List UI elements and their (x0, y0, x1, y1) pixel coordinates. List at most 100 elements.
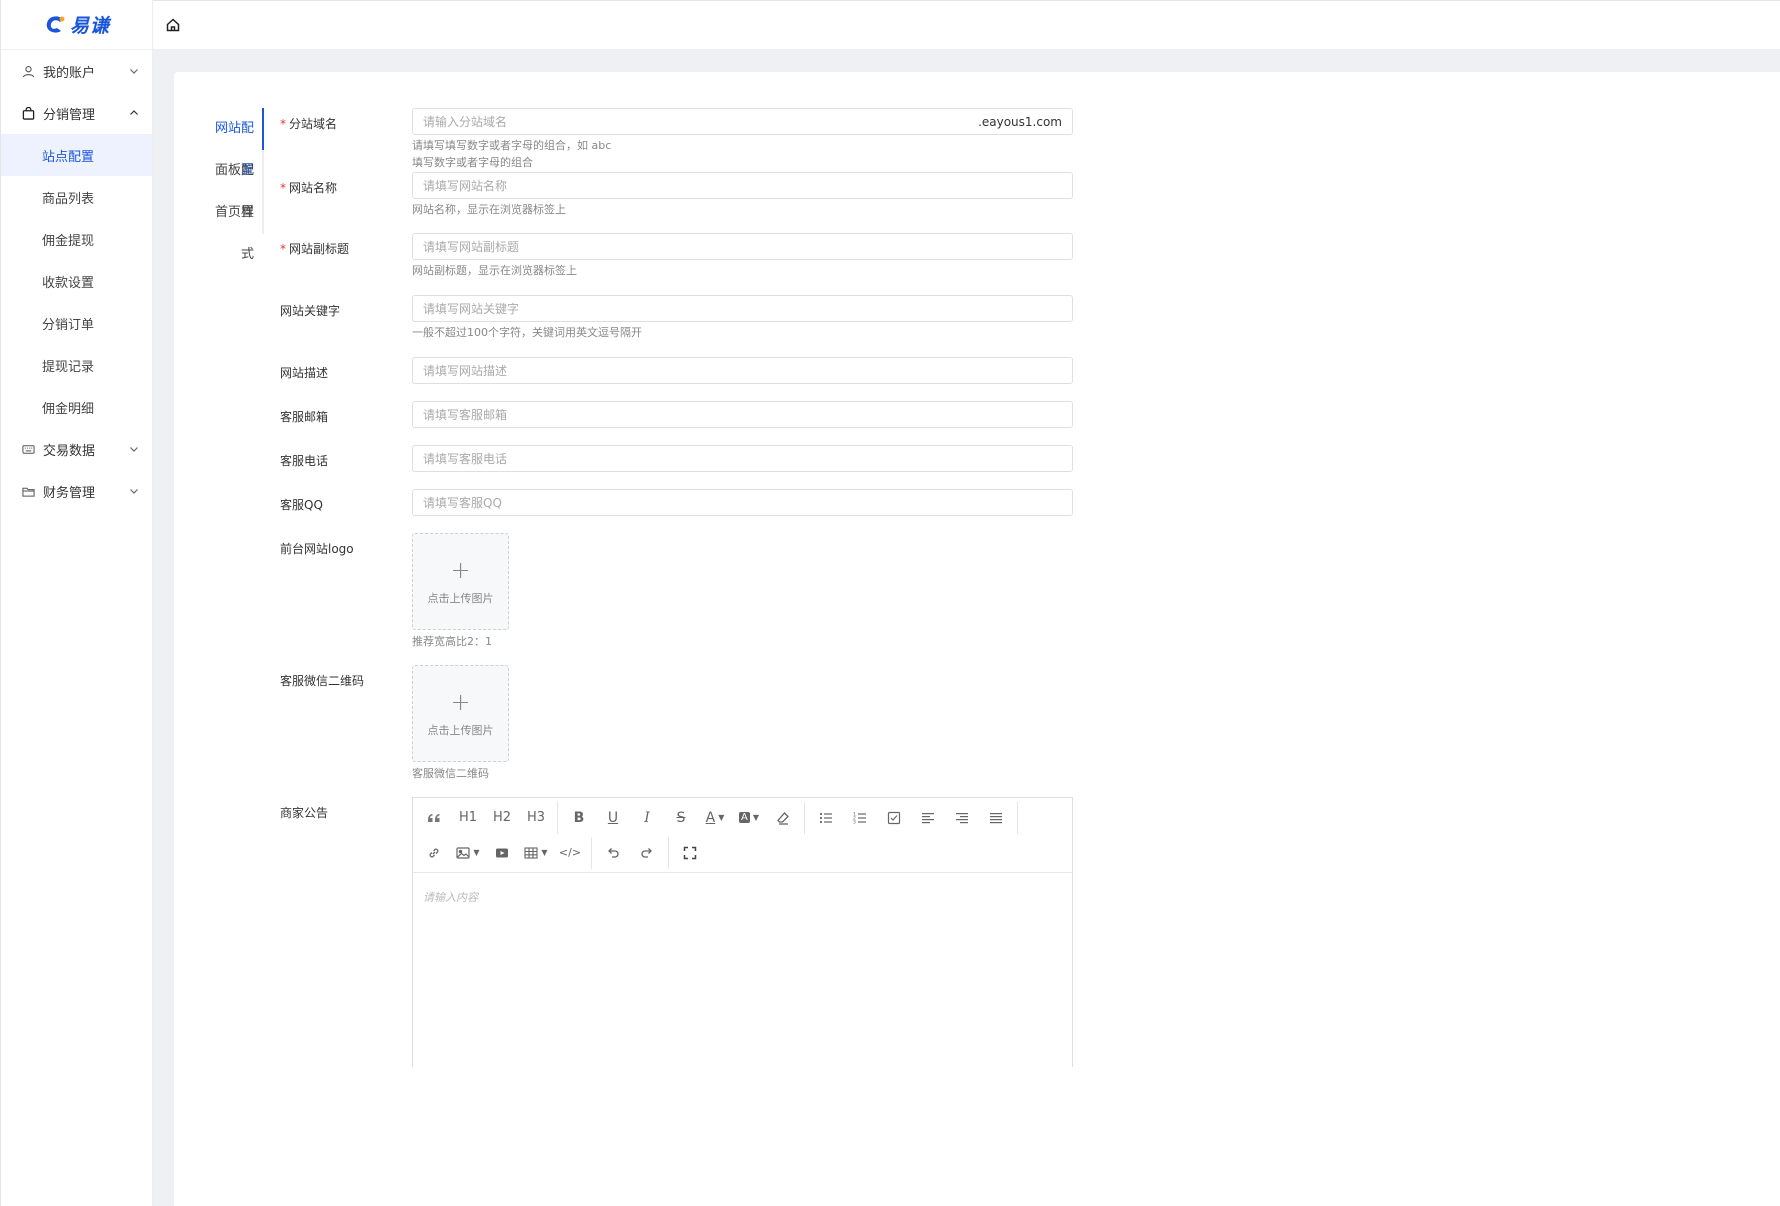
domain-input[interactable]: 请输入分站域名 .eayous1.com (412, 108, 1073, 135)
logo[interactable]: 易谦 (1, 0, 152, 50)
sidebar-subitem-withdraw-records[interactable]: 提现记录 (1, 344, 152, 386)
brand-name: 易谦 (69, 15, 110, 37)
tab-homepage-style[interactable]: 首页样式 (204, 192, 262, 262)
bold-icon[interactable]: B (562, 803, 596, 833)
email-placeholder: 请填写客服邮箱 (423, 408, 508, 422)
align-left-icon[interactable] (911, 803, 945, 833)
domain-hint: 请填写填写数字或者字母的组合，如 abc (412, 139, 612, 152)
logo-upload[interactable]: + 点击上传图片 (412, 533, 509, 630)
chevron-down-icon (130, 69, 138, 74)
clear-format-icon[interactable] (766, 803, 800, 833)
sidebar-subitem-distribution-orders[interactable]: 分销订单 (1, 302, 152, 344)
wechat-qr-upload[interactable]: + 点击上传图片 (412, 665, 509, 762)
logo-label: 前台网站logo (280, 542, 354, 556)
sidebar-item-label: 分销管理 (43, 107, 96, 123)
logo-hint: 推荐宽高比2：1 (412, 635, 492, 648)
keywords-input[interactable]: 请填写网站关键字 (412, 295, 1073, 322)
sidebar-subitem-payment-settings[interactable]: 收款设置 (1, 260, 152, 302)
toolbar-divider (804, 801, 805, 834)
subtitle-label: * 网站副标题 (280, 242, 350, 256)
domain-suffix: .eayous1.com (978, 114, 1062, 129)
redo-icon[interactable] (630, 838, 664, 868)
code-icon[interactable]: </> (553, 838, 587, 868)
underline-icon[interactable]: U (596, 803, 630, 833)
keywords-label: 网站关键字 (280, 304, 341, 318)
subtitle-placeholder: 请填写网站副标题 (423, 240, 520, 254)
table-icon[interactable]: ▼ (519, 838, 553, 868)
todo-icon[interactable] (877, 803, 911, 833)
toolbar-divider (1017, 801, 1018, 834)
bullet-list-icon[interactable] (809, 803, 843, 833)
qq-label: 客服QQ (280, 498, 323, 512)
sidebar-subitem-product-list[interactable]: 商品列表 (1, 176, 152, 218)
strikethrough-icon[interactable]: S (664, 803, 698, 833)
quote-icon[interactable] (417, 803, 451, 833)
sidebar-item-my-account[interactable]: 我的账户 (1, 50, 152, 92)
video-icon[interactable] (485, 838, 519, 868)
description-input[interactable]: 请填写网站描述 (412, 357, 1073, 384)
logo-upload-text: 点击上传图片 (427, 591, 494, 605)
sidebar-menu: 我的账户 分销管理 站点配置 商品列表 佣金提现 收款设置 分销订单 提现记录 … (1, 50, 152, 512)
wechat-qr-label: 客服微信二维码 (280, 674, 365, 688)
toolbar-row-2: ▼ ▼ </> (417, 835, 1068, 870)
toolbar-divider (591, 836, 592, 869)
editor-toolbar: H1 H2 H3 B U I S A ▼ A ▼ 123 ▼ ▼ </> (413, 798, 1072, 873)
site-name-placeholder: 请填写网站名称 (423, 179, 508, 193)
rich-text-editor[interactable]: H1 H2 H3 B U I S A ▼ A ▼ 123 ▼ ▼ </> 请输入… (412, 797, 1073, 1067)
email-input[interactable]: 请填写客服邮箱 (412, 401, 1073, 428)
sidebar-item-distribution[interactable]: 分销管理 (1, 92, 152, 134)
fullscreen-icon[interactable] (673, 838, 707, 868)
logo-icon (46, 15, 65, 33)
site-name-input[interactable]: 请填写网站名称 (412, 172, 1073, 199)
align-right-icon[interactable] (945, 803, 979, 833)
sidebar-subitem-site-config[interactable]: 站点配置 (1, 134, 152, 176)
keyboard-icon (21, 442, 35, 456)
top-header (153, 0, 1780, 50)
sidebar-subitem-commission-withdraw[interactable]: 佣金提现 (1, 218, 152, 260)
settings-tabs: 网站配置 面板配置 首页样式 (204, 108, 264, 262)
site-name-label: * 网站名称 (280, 181, 338, 195)
sidebar-subitem-commission-details[interactable]: 佣金明细 (1, 386, 152, 428)
tab-panel-config[interactable]: 面板配置 (204, 150, 262, 220)
domain-placeholder: 请输入分站域名 (423, 115, 508, 129)
heading-3-button[interactable]: H3 (519, 803, 553, 833)
sidebar-item-label: 我的账户 (43, 65, 96, 81)
folder-icon (21, 484, 35, 498)
bg-color-icon[interactable]: A ▼ (732, 803, 766, 833)
sidebar: 易谦 我的账户 分销管理 站点配置 商品列表 佣金提现 收款设置 分销订单 提现… (0, 0, 153, 1206)
justify-icon[interactable] (979, 803, 1013, 833)
italic-icon[interactable]: I (630, 803, 664, 833)
plus-icon: + (450, 555, 471, 584)
heading-1-button[interactable]: H1 (451, 803, 485, 833)
font-color-icon[interactable]: A ▼ (698, 803, 732, 833)
numbered-list-icon[interactable]: 123 (843, 803, 877, 833)
chevron-down-icon (130, 489, 138, 494)
svg-text:3: 3 (853, 819, 856, 825)
description-label: 网站描述 (280, 366, 329, 380)
user-icon (21, 64, 35, 78)
heading-2-button[interactable]: H2 (485, 803, 519, 833)
home-icon[interactable] (165, 17, 181, 33)
phone-label: 客服电话 (280, 454, 329, 468)
sidebar-item-finance[interactable]: 财务管理 (1, 470, 152, 512)
wechat-qr-hint: 客服微信二维码 (412, 767, 489, 780)
undo-icon[interactable] (596, 838, 630, 868)
toolbar-divider (668, 836, 669, 869)
email-label: 客服邮箱 (280, 410, 329, 424)
description-placeholder: 请填写网站描述 (423, 364, 508, 378)
bag-icon (21, 106, 35, 120)
link-icon[interactable] (417, 838, 451, 868)
phone-placeholder: 请填写客服电话 (423, 452, 508, 466)
wechat-qr-upload-text: 点击上传图片 (427, 723, 494, 737)
phone-input[interactable]: 请填写客服电话 (412, 445, 1073, 472)
keywords-placeholder: 请填写网站关键字 (423, 302, 520, 316)
site-name-hint: 网站名称，显示在浏览器标签上 (412, 203, 566, 216)
notice-label: 商家公告 (280, 806, 329, 820)
image-icon[interactable]: ▼ (451, 838, 485, 868)
tab-site-config[interactable]: 网站配置 (204, 108, 264, 178)
subtitle-input[interactable]: 请填写网站副标题 (412, 233, 1073, 260)
sidebar-item-transaction-data[interactable]: 交易数据 (1, 428, 152, 470)
domain-hint-secondary: 填写数字或者字母的组合 (412, 156, 533, 169)
qq-input[interactable]: 请填写客服QQ (412, 489, 1073, 516)
sidebar-item-label: 交易数据 (43, 443, 96, 459)
